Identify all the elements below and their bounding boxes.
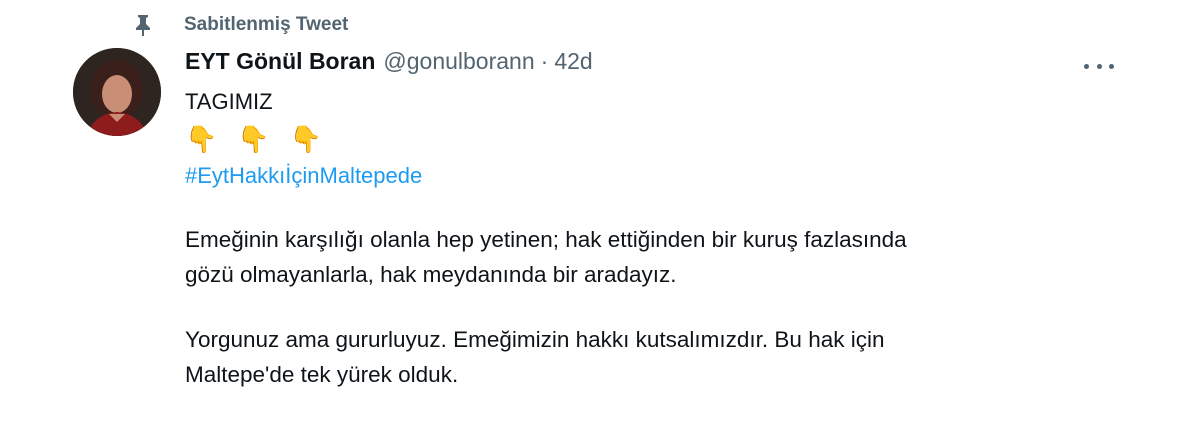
more-horizontal-icon[interactable] [1084,56,1114,76]
tweet-text-line: TAGIMIZ [185,89,273,114]
tweet-header: EYT Gönül Boran @gonulborann · 42d [185,48,1145,86]
tweet-timestamp[interactable]: 42d [554,48,592,75]
pin-icon [130,12,156,38]
pinned-label: Sabitlenmiş Tweet [184,14,349,35]
tweet-text-line: gözü olmayanlarla, hak meydanında bir ar… [185,262,677,287]
pointing-down-emoji: 👇 [237,123,270,154]
emoji-row: 👇 👇 👇 [185,118,1145,160]
avatar[interactable] [73,48,161,136]
pinned-indicator: Sabitlenmiş Tweet [130,10,348,40]
separator-dot: · [540,48,549,74]
user-handle[interactable]: @gonulborann [383,48,534,75]
tweet-text-line: Maltepe'de tek yürek olduk. [185,362,459,387]
tweet[interactable]: EYT Gönül Boran @gonulborann · 42d TAGIM… [185,48,1145,392]
tweet-paragraph: Emeğinin karşılığı olanla hep yetinen; h… [185,222,1145,292]
display-name[interactable]: EYT Gönül Boran [185,48,375,75]
tweet-text-line: Emeğinin karşılığı olanla hep yetinen; h… [185,227,907,252]
hashtag-link[interactable]: #EytHakkıİçinMaltepede [185,160,1145,192]
pointing-down-emoji: 👇 [289,123,323,154]
tweet-paragraph: Yorgunuz ama gururluyuz. Emeğimizin hakk… [185,322,1145,392]
tweet-text-line: Yorgunuz ama gururluyuz. Emeğimizin hakk… [185,327,885,352]
pointing-down-emoji: 👇 [185,123,218,154]
